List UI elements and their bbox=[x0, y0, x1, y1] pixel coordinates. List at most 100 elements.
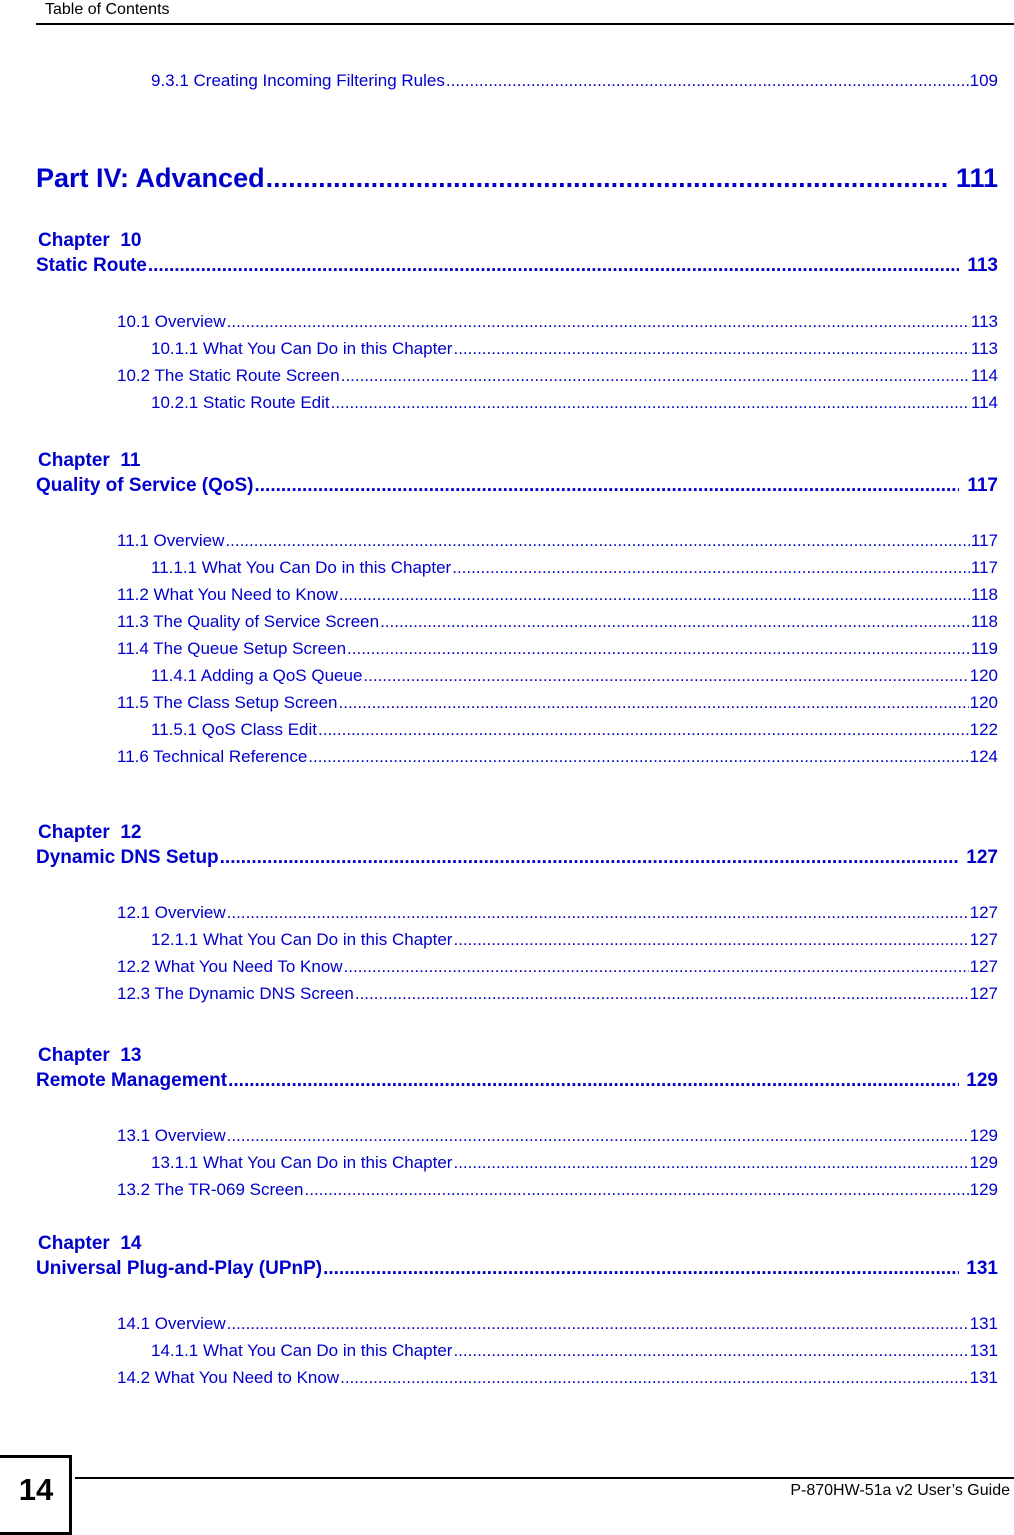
footer-divider bbox=[75, 1477, 1014, 1479]
toc-subsection-entry[interactable]: 10.2.1 Static Route Edit ...............… bbox=[151, 393, 998, 415]
toc-entry-page-number: 113 bbox=[970, 312, 998, 331]
toc-entry-page-number: 120 bbox=[969, 693, 998, 712]
toc-section-entry[interactable]: 14.1 Overview ..........................… bbox=[117, 1314, 998, 1336]
toc-subsection-entry[interactable]: 11.1.1 What You Can Do in this Chapter .… bbox=[151, 558, 998, 580]
page-header: Table of Contents bbox=[0, 0, 1014, 30]
toc-section-entry[interactable]: 13.2 The TR-069 Screen .................… bbox=[117, 1180, 998, 1202]
toc-entry-title: 11.4 The Queue Setup Screen bbox=[117, 639, 347, 658]
toc-entry-title: Dynamic DNS Setup bbox=[36, 847, 219, 868]
toc-section-entry[interactable]: 11.3 The Quality of Service Screen .....… bbox=[117, 612, 998, 634]
toc-entry-title: 11.1 Overview bbox=[117, 531, 225, 550]
toc-entry-title: Universal Plug-and-Play (UPnP) bbox=[36, 1258, 323, 1279]
toc-entry-page-number: 129 bbox=[966, 1070, 998, 1091]
toc-section-entry[interactable]: 11.6 Technical Reference ...............… bbox=[117, 747, 998, 769]
toc-entry-title: 11.6 Technical Reference bbox=[117, 747, 308, 766]
toc-leader-dots: ........................................… bbox=[254, 475, 960, 496]
toc-entry-page-number: 129 bbox=[969, 1126, 998, 1145]
toc-entry-title: 10.2 The Static Route Screen bbox=[117, 366, 340, 385]
page-title: Table of Contents bbox=[45, 1, 170, 18]
toc-leader-dots: ........................................… bbox=[380, 612, 970, 631]
toc-entry-title: 9.3.1 Creating Incoming Filtering Rules bbox=[151, 71, 445, 90]
toc-section-entry[interactable]: 11.2 What You Need to Know .............… bbox=[117, 585, 998, 607]
toc-entry-title: 11.4.1 Adding a QoS Queue bbox=[151, 666, 363, 685]
toc-section-entry[interactable]: 12.2 What You Need To Know .............… bbox=[117, 957, 998, 979]
toc-entry-page-number: 117 bbox=[970, 531, 998, 550]
toc-leader-dots: ........................................… bbox=[323, 1258, 959, 1279]
toc-entry-page-number: 117 bbox=[970, 558, 998, 577]
toc-leader-dots: ........................................… bbox=[338, 585, 970, 604]
toc-entry-page-number: 124 bbox=[969, 747, 998, 766]
toc-entry-title: 12.1.1 What You Can Do in this Chapter bbox=[151, 930, 453, 949]
toc-subsection-entry[interactable]: 12.1.1 What You Can Do in this Chapter .… bbox=[151, 930, 998, 952]
toc-leader-dots: ........................................… bbox=[453, 930, 969, 949]
toc-entry-title: 11.2 What You Need to Know bbox=[117, 585, 338, 604]
toc-entry-page-number: 119 bbox=[970, 639, 998, 658]
chapter-label: Chapter 10 bbox=[38, 230, 142, 251]
toc-section-entry[interactable]: 10.2 The Static Route Screen ...........… bbox=[117, 366, 998, 388]
footer-guide-title: P-870HW-51a v2 User’s Guide bbox=[790, 1482, 1010, 1499]
toc-section-entry[interactable]: 12.1 Overview ..........................… bbox=[117, 903, 998, 925]
toc-leader-dots: ........................................… bbox=[147, 255, 959, 276]
toc-entry-page-number: 109 bbox=[969, 71, 998, 90]
chapter-label: Chapter 12 bbox=[38, 822, 142, 843]
chapter-label: Chapter 11 bbox=[38, 450, 141, 471]
toc-leader-dots: ........................................… bbox=[343, 957, 969, 976]
toc-entry-title: 10.1.1 What You Can Do in this Chapter bbox=[151, 339, 453, 358]
toc-leader-dots: ........................................… bbox=[453, 339, 969, 358]
toc-section-entry[interactable]: 14.2 What You Need to Know .............… bbox=[117, 1368, 998, 1390]
toc-leader-dots: ........................................… bbox=[338, 693, 969, 712]
chapter-label: Chapter 13 bbox=[38, 1045, 142, 1066]
toc-chapter-entry[interactable]: Remote Management.......................… bbox=[36, 1070, 998, 1096]
toc-leader-dots: ........................................… bbox=[304, 1180, 969, 1199]
toc-leader-dots: ........................................… bbox=[226, 312, 970, 331]
page-number: 14 bbox=[18, 1472, 54, 1507]
toc-leader-dots: ........................................… bbox=[445, 71, 969, 90]
toc-entry-title: 11.1.1 What You Can Do in this Chapter bbox=[151, 558, 452, 577]
chapter-label: Chapter 14 bbox=[38, 1233, 142, 1254]
toc-leader-dots: ........................................… bbox=[330, 393, 970, 412]
toc-leader-dots: ........................................… bbox=[363, 666, 968, 685]
toc-entry-page-number: 114 bbox=[970, 393, 998, 412]
toc-leader-dots: ........................................… bbox=[347, 639, 970, 658]
toc-leader-dots: ........................................… bbox=[453, 1153, 969, 1172]
toc-leader-dots: ........................................… bbox=[340, 366, 970, 385]
toc-chapter-entry[interactable]: Static Route ...........................… bbox=[36, 255, 998, 281]
toc-entry-page-number: 127 bbox=[969, 984, 998, 1003]
toc-leader-dots: ........................................… bbox=[308, 747, 969, 766]
toc-entry-page-number: 131 bbox=[969, 1314, 998, 1333]
toc-leader-dots: ........................................… bbox=[226, 1314, 969, 1333]
toc-entry-page-number: 131 bbox=[969, 1341, 998, 1360]
toc-leader-dots: ........................................… bbox=[265, 163, 949, 193]
toc-entry-page-number: 127 bbox=[969, 930, 998, 949]
toc-section-entry[interactable]: 12.3 The Dynamic DNS Screen ............… bbox=[117, 984, 998, 1006]
toc-subsection-entry[interactable]: 11.4.1 Adding a QoS Queue ..............… bbox=[151, 666, 998, 688]
toc-entry-page-number: 113 bbox=[967, 255, 998, 276]
toc-entry-title: Remote Management bbox=[36, 1070, 228, 1091]
toc-subsection-entry[interactable]: 14.1.1 What You Can Do in this Chapter .… bbox=[151, 1341, 998, 1363]
toc-subsection-entry[interactable]: 11.5.1 QoS Class Edit ..................… bbox=[151, 720, 998, 742]
toc-entry-title: Quality of Service (QoS) bbox=[36, 475, 254, 496]
toc-subsection-entry[interactable]: 10.1.1 What You Can Do in this Chapter .… bbox=[151, 339, 998, 361]
toc-entry-title: 11.3 The Quality of Service Screen bbox=[117, 612, 380, 631]
toc-entry-page-number: 131 bbox=[969, 1368, 998, 1387]
toc-entry-title: 14.2 What You Need to Know bbox=[117, 1368, 340, 1387]
toc-subsection-entry[interactable]: 9.3.1 Creating Incoming Filtering Rules … bbox=[151, 71, 998, 93]
toc-chapter-entry[interactable]: Dynamic DNS Setup ......................… bbox=[36, 847, 998, 873]
toc-section-entry[interactable]: 11.1 Overview ..........................… bbox=[117, 531, 998, 553]
toc-entry-page-number: 127 bbox=[966, 847, 998, 868]
toc-entry-page-number: 127 bbox=[969, 957, 998, 976]
toc-entry-title: 11.5 The Class Setup Screen bbox=[117, 693, 338, 712]
toc-leader-dots: ........................................… bbox=[226, 903, 969, 922]
toc-section-entry[interactable]: 10.1 Overview ..........................… bbox=[117, 312, 998, 334]
toc-section-entry[interactable]: 11.5 The Class Setup Screen ............… bbox=[117, 693, 998, 715]
toc-entry-title: 13.1 Overview bbox=[117, 1126, 226, 1145]
toc-chapter-entry[interactable]: Quality of Service (QoS)................… bbox=[36, 475, 998, 501]
toc-section-entry[interactable]: 11.4 The Queue Setup Screen ............… bbox=[117, 639, 998, 661]
toc-entry-page-number: 120 bbox=[969, 666, 998, 685]
toc-subsection-entry[interactable]: 13.1.1 What You Can Do in this Chapter .… bbox=[151, 1153, 998, 1175]
toc-section-entry[interactable]: 13.1 Overview ..........................… bbox=[117, 1126, 998, 1148]
toc-entry-title: 12.1 Overview bbox=[117, 903, 226, 922]
toc-part-entry[interactable]: Part IV: Advanced ......................… bbox=[36, 163, 998, 197]
toc-entry-title: Static Route bbox=[36, 255, 147, 276]
toc-chapter-entry[interactable]: Universal Plug-and-Play (UPnP)..........… bbox=[36, 1258, 998, 1284]
